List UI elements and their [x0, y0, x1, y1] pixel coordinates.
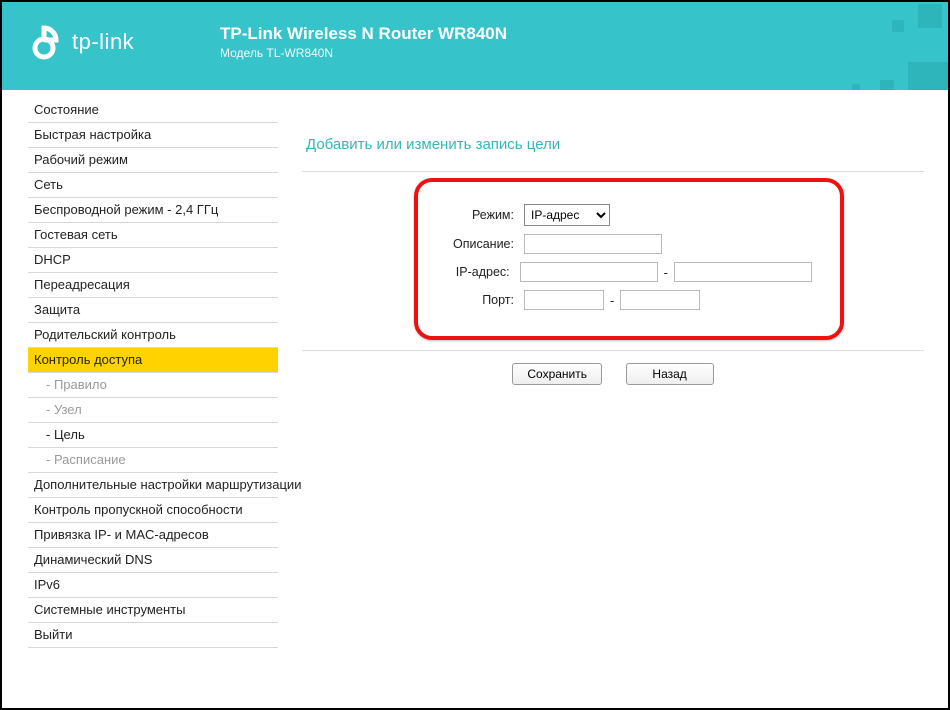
ip-label: IP-адрес: [428, 265, 520, 279]
divider [302, 171, 924, 172]
product-title: TP-Link Wireless N Router WR840N [220, 24, 507, 44]
sidebar-item[interactable]: Выйти [28, 623, 278, 648]
description-input[interactable] [524, 234, 662, 254]
divider [302, 350, 924, 351]
page-title: Добавить или изменить запись цели [306, 136, 924, 153]
sidebar-item[interactable]: Защита [28, 298, 278, 323]
save-button[interactable]: Сохранить [512, 363, 602, 385]
sidebar-item[interactable]: Переадресация [28, 273, 278, 298]
ip-to-input[interactable] [674, 262, 812, 282]
port-to-input[interactable] [620, 290, 700, 310]
row-port: Порт: - [428, 290, 812, 310]
main-menu: СостояниеБыстрая настройкаРабочий режимС… [28, 98, 278, 648]
port-from-input[interactable] [524, 290, 604, 310]
description-label: Описание: [428, 237, 524, 251]
sidebar-item[interactable]: Быстрая настройка [28, 123, 278, 148]
sidebar-item[interactable]: Сеть [28, 173, 278, 198]
sidebar-item[interactable]: Контроль доступа [28, 348, 278, 373]
sidebar-item[interactable]: Дополнительные настройки маршрутизации [28, 473, 278, 498]
main-content: Добавить или изменить запись цели Режим:… [278, 90, 948, 708]
sidebar-item[interactable]: Родительский контроль [28, 323, 278, 348]
sidebar-item[interactable]: - Цель [28, 423, 278, 448]
sidebar-item[interactable]: Состояние [28, 98, 278, 123]
product-model: Модель TL-WR840N [220, 46, 507, 60]
header-titles: TP-Link Wireless N Router WR840N Модель … [220, 24, 507, 60]
form-highlight-box: Режим: IP-адрес Описание: IP-адрес: - П [414, 178, 844, 340]
row-ip: IP-адрес: - [428, 262, 812, 282]
tp-link-logo-icon [30, 24, 66, 60]
ip-from-input[interactable] [520, 262, 658, 282]
sidebar-item[interactable]: - Правило [28, 373, 278, 398]
sidebar-item[interactable]: Контроль пропускной способности [28, 498, 278, 523]
sidebar-item[interactable]: - Узел [28, 398, 278, 423]
port-range-dash: - [604, 293, 620, 308]
ip-range-dash: - [658, 265, 674, 280]
sidebar-item[interactable]: Беспроводной режим - 2,4 ГГц [28, 198, 278, 223]
button-bar: Сохранить Назад [302, 363, 924, 385]
sidebar-item[interactable]: DHCP [28, 248, 278, 273]
mode-label: Режим: [428, 208, 524, 222]
sidebar-item[interactable]: Динамический DNS [28, 548, 278, 573]
row-mode: Режим: IP-адрес [428, 204, 812, 226]
sidebar-item[interactable]: IPv6 [28, 573, 278, 598]
sidebar-item[interactable]: Системные инструменты [28, 598, 278, 623]
back-button[interactable]: Назад [626, 363, 714, 385]
port-label: Порт: [428, 293, 524, 307]
brand-name: tp-link [72, 29, 134, 55]
sidebar-item[interactable]: - Расписание [28, 448, 278, 473]
header: tp-link TP-Link Wireless N Router WR840N… [2, 2, 948, 90]
sidebar-item[interactable]: Рабочий режим [28, 148, 278, 173]
sidebar: СостояниеБыстрая настройкаРабочий режимС… [2, 90, 278, 708]
sidebar-item[interactable]: Гостевая сеть [28, 223, 278, 248]
mode-select[interactable]: IP-адрес [524, 204, 610, 226]
sidebar-item[interactable]: Привязка IP- и MAC-адресов [28, 523, 278, 548]
row-description: Описание: [428, 234, 812, 254]
